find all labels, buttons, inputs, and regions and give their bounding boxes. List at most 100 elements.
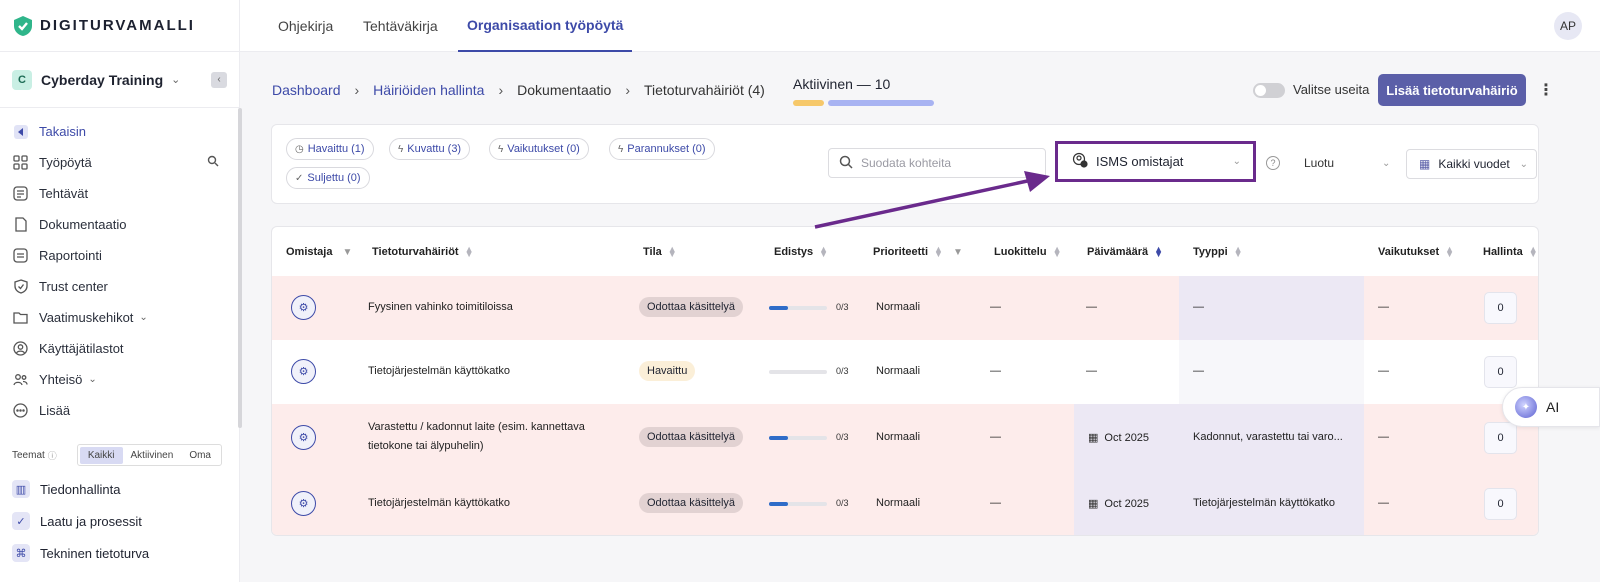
breadcrumb-documentation[interactable]: Dokumentaatio: [517, 82, 611, 98]
sort-icon[interactable]: ▲ ▼: [819, 245, 828, 259]
incident-title[interactable]: Varastettu / kadonnut laite (esim. kanne…: [368, 421, 585, 433]
help-icon[interactable]: ?: [1266, 156, 1280, 170]
filter-icon[interactable]: ▼: [342, 247, 352, 258]
search-icon[interactable]: [207, 155, 219, 170]
status-chip-described[interactable]: ϟ Kuvattu (3): [389, 138, 471, 160]
column-label: Omistaja: [286, 246, 333, 258]
themes-filter-active[interactable]: Aktiivinen: [123, 447, 182, 464]
tab-handbook[interactable]: Ohjekirja: [278, 0, 333, 52]
status-chip-improvements[interactable]: ϟ Parannukset (0): [609, 138, 715, 160]
column-header-type[interactable]: Tyyppi ▲ ▼: [1193, 245, 1243, 259]
sidebar-scrollbar[interactable]: [238, 108, 242, 428]
column-header-priority[interactable]: Prioriteetti ▲ ▼ ▼: [873, 245, 963, 259]
collapse-sidebar-icon[interactable]: ‹: [211, 71, 227, 88]
avatar[interactable]: AP: [1554, 12, 1582, 40]
tab-taskbook[interactable]: Tehtäväkirja: [363, 0, 438, 52]
progress-text: 0/3: [836, 366, 849, 376]
chevron-down-icon: ⌄: [1382, 158, 1391, 169]
column-header-progress[interactable]: Edistys ▲ ▼: [774, 245, 828, 259]
brand-logo-icon: [14, 15, 32, 36]
status-chip-observed[interactable]: ◷ Havaittu (1): [286, 138, 374, 160]
tab-org-dashboard[interactable]: Organisaation työpöytä: [458, 0, 633, 52]
sidebar-item-dashboard[interactable]: Työpöytä: [0, 147, 239, 178]
sort-icon[interactable]: ▲ ▼: [1445, 245, 1454, 259]
manage-count-button[interactable]: 0: [1484, 488, 1517, 520]
info-icon[interactable]: ⓘ: [48, 449, 57, 462]
table-row[interactable]: ⚙ Tietojärjestelmän käyttökatko Havaittu…: [272, 340, 1538, 404]
owner-group-icon[interactable]: ⚙: [291, 359, 316, 384]
check-circle-icon: ✓: [12, 512, 30, 530]
themes-filter-all[interactable]: Kaikki: [79, 446, 123, 464]
themes-filter-own[interactable]: Oma: [181, 447, 219, 464]
manage-count-button[interactable]: 0: [1484, 422, 1517, 454]
incident-title[interactable]: Tietojärjestelmän käyttökatko: [368, 365, 510, 377]
document-icon: [12, 216, 29, 233]
column-header-status[interactable]: Tila ▲ ▼: [643, 245, 677, 259]
sidebar-item-reporting[interactable]: Raportointi: [0, 240, 239, 271]
breadcrumb-dashboard[interactable]: Dashboard: [272, 82, 341, 98]
sort-icon[interactable]: ▲ ▼: [668, 245, 677, 259]
owner-group-icon[interactable]: ⚙: [291, 295, 316, 320]
classification-value: —: [990, 365, 1001, 377]
add-incident-button[interactable]: Lisää tietoturvahäiriö: [1378, 74, 1526, 106]
progress-text: 0/3: [836, 432, 849, 442]
theme-item-data-management[interactable]: ▥ Tiedonhallinta: [12, 480, 120, 498]
breadcrumb-incident-management[interactable]: Häiriöiden hallinta: [373, 82, 484, 98]
progress-bar: [769, 370, 827, 374]
sort-icon[interactable]: ▲ ▼: [465, 245, 474, 259]
table-row[interactable]: ⚙ Varastettu / kadonnut laite (esim. kan…: [272, 404, 1538, 472]
manage-count-button[interactable]: 0: [1484, 356, 1517, 388]
date-value: ▦ Oct 2025: [1088, 431, 1149, 445]
column-label: Tietoturvahäiriöt: [372, 246, 459, 258]
owner-group-icon[interactable]: ⚙: [291, 491, 316, 516]
status-chip-closed[interactable]: ✓ Suljettu (0): [286, 167, 370, 189]
column-header-impacts[interactable]: Vaikutukset ▲ ▼: [1378, 245, 1454, 259]
year-filter-select[interactable]: ▦ Kaikki vuodet ⌄: [1406, 149, 1537, 179]
incident-title[interactable]: Fyysinen vahinko toimitiloissa: [368, 301, 513, 313]
sidebar-item-more[interactable]: Lisää: [0, 395, 239, 426]
sort-icon[interactable]: ▲ ▼: [1234, 245, 1243, 259]
select-multiple-toggle[interactable]: [1253, 83, 1285, 98]
created-filter-select[interactable]: Luotu: [1304, 156, 1334, 170]
filter-icon[interactable]: ▼: [953, 247, 963, 258]
sidebar-item-documentation[interactable]: Dokumentaatio: [0, 209, 239, 240]
top-bar: Ohjekirja Tehtäväkirja Organisaation työ…: [240, 0, 1600, 52]
sidebar-item-user-stats[interactable]: Käyttäjätilastot: [0, 333, 239, 364]
status-badge: Odottaa käsittelyä: [639, 427, 744, 447]
select-multiple-label: Valitse useita: [1293, 82, 1370, 97]
table-row[interactable]: ⚙ Tietojärjestelmän käyttökatko Odottaa …: [272, 472, 1538, 535]
sidebar-item-frameworks[interactable]: Vaatimuskehikot ⌄: [0, 302, 239, 333]
status-badge: Odottaa käsittelyä: [639, 493, 744, 513]
incident-title[interactable]: Tietojärjestelmän käyttökatko: [368, 497, 510, 509]
sidebar-item-back[interactable]: Takaisin: [0, 116, 239, 147]
table-row[interactable]: ⚙ Fyysinen vahinko toimitiloissa Odottaa…: [272, 276, 1538, 340]
sort-icon[interactable]: ▲ ▼: [1529, 245, 1538, 259]
column-header-date[interactable]: Päivämäärä ▲ ▼: [1087, 245, 1163, 259]
owner-group-icon[interactable]: ⚙: [291, 425, 316, 450]
sort-icon[interactable]: ▲ ▼: [1154, 245, 1163, 259]
impacts-value: —: [1378, 301, 1389, 313]
column-label: Hallinta: [1483, 246, 1523, 258]
sidebar-item-community[interactable]: Yhteisö ⌄: [0, 364, 239, 395]
column-header-management[interactable]: Hallinta ▲ ▼: [1483, 245, 1538, 259]
owner-filter-select[interactable]: ISMS omistajat ⌄: [1055, 141, 1256, 182]
brand[interactable]: DIGITURVAMALLI: [0, 0, 239, 52]
progress-bar: [769, 436, 827, 440]
org-switcher[interactable]: C Cyberday Training ⌄ ‹: [0, 52, 239, 108]
column-header-owner[interactable]: Omistaja ▼: [286, 246, 352, 258]
incident-title-line2[interactable]: tietokone tai älypuhelin): [368, 440, 484, 452]
kebab-menu-icon[interactable]: ⋮: [1538, 80, 1554, 100]
theme-item-technical-security[interactable]: ⌘ Tekninen tietoturva: [12, 544, 149, 562]
manage-count-button[interactable]: 0: [1484, 292, 1517, 324]
column-header-classification[interactable]: Luokittelu ▲ ▼: [994, 245, 1062, 259]
ai-assistant-button[interactable]: ✦ AI: [1502, 387, 1600, 427]
status-chip-impacts[interactable]: ϟ Vaikutukset (0): [489, 138, 589, 160]
column-header-incidents[interactable]: Tietoturvahäiriöt ▲ ▼: [372, 245, 474, 259]
theme-item-quality[interactable]: ✓ Laatu ja prosessit: [12, 512, 142, 530]
type-value: —: [1193, 301, 1204, 313]
sidebar-item-tasks[interactable]: Tehtävät: [0, 178, 239, 209]
sort-icon[interactable]: ▲ ▼: [934, 245, 943, 259]
sparkle-icon: ✦: [1515, 396, 1537, 418]
sidebar-item-trust-center[interactable]: Trust center: [0, 271, 239, 302]
sort-icon[interactable]: ▲ ▼: [1053, 245, 1062, 259]
